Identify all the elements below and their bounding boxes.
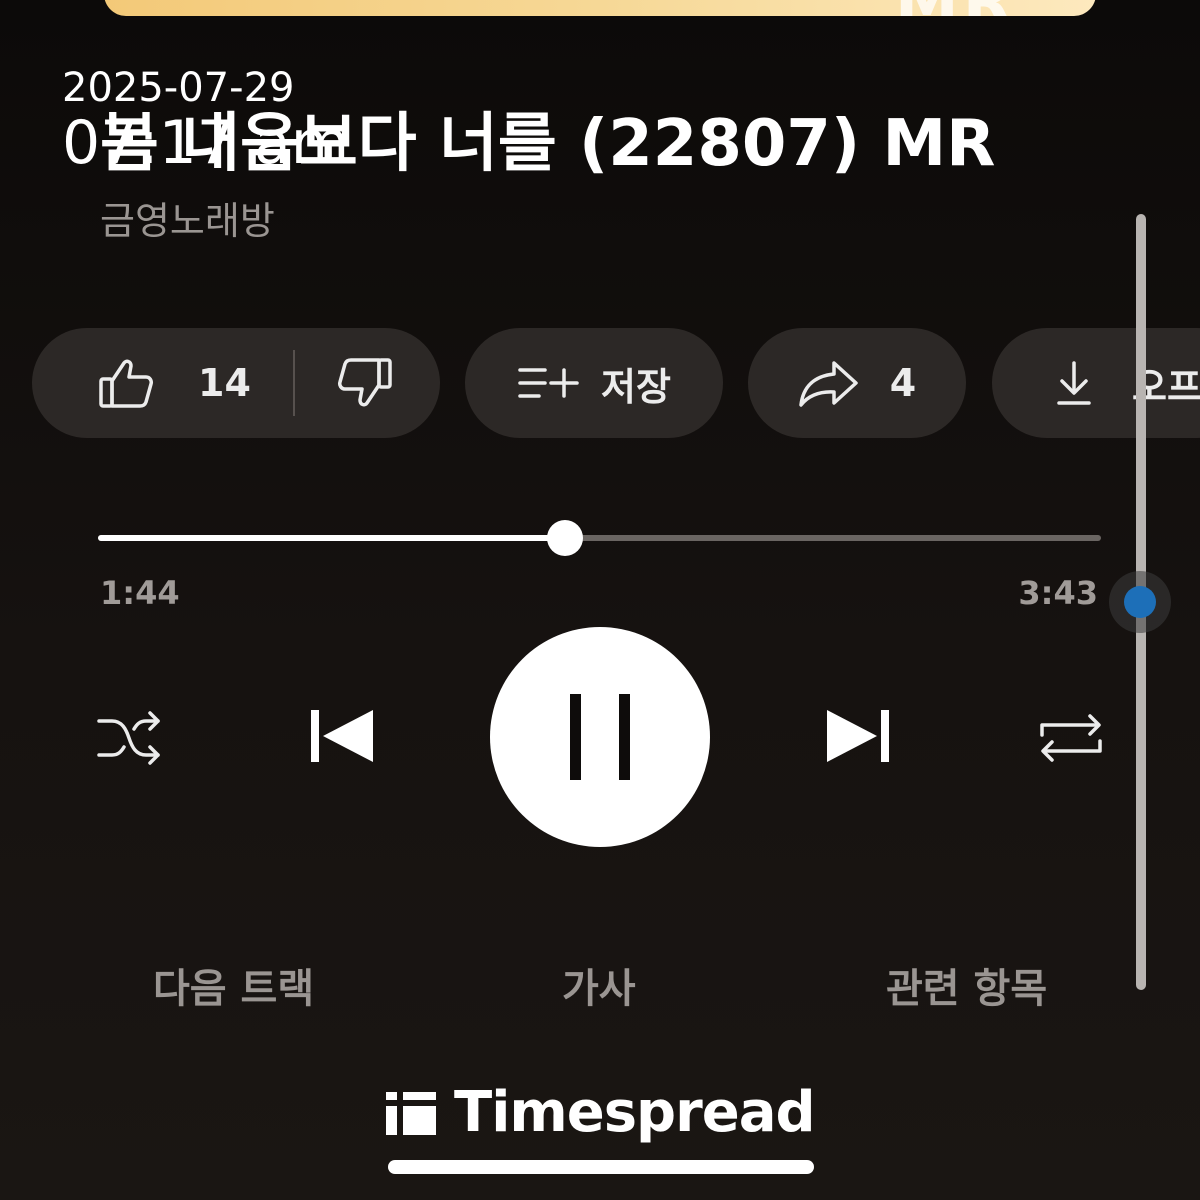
save-button[interactable]: 저장 bbox=[465, 328, 723, 438]
download-icon bbox=[1056, 360, 1092, 406]
watermark-brand: Timespread bbox=[386, 1080, 816, 1145]
like-count: 14 bbox=[198, 361, 251, 405]
thumbs-down-icon bbox=[337, 357, 393, 409]
previous-button[interactable] bbox=[300, 704, 380, 768]
watermark-text: Timespread bbox=[454, 1080, 816, 1145]
dislike-button[interactable] bbox=[337, 357, 393, 409]
album-art-text: MR bbox=[895, 0, 1016, 16]
share-button[interactable]: 4 bbox=[748, 328, 966, 438]
shuffle-button[interactable] bbox=[94, 706, 164, 770]
overlay-time: 07:17 am bbox=[62, 108, 350, 178]
progress-handle[interactable] bbox=[547, 520, 583, 556]
like-button[interactable]: 14 bbox=[98, 357, 251, 409]
skip-next-icon bbox=[825, 707, 895, 765]
overlay-date: 2025-07-29 bbox=[62, 65, 295, 111]
progress-fill bbox=[98, 535, 565, 541]
like-dislike-pill: 14 bbox=[32, 328, 440, 438]
skip-previous-icon bbox=[305, 707, 375, 765]
share-arrow-icon bbox=[798, 359, 860, 407]
pause-button[interactable] bbox=[490, 627, 710, 847]
shuffle-icon bbox=[96, 709, 162, 767]
elapsed-time: 1:44 bbox=[100, 574, 180, 612]
total-time: 3:43 bbox=[1018, 574, 1098, 612]
home-indicator[interactable] bbox=[388, 1160, 814, 1174]
pill-divider bbox=[292, 350, 295, 416]
music-player-screen: MR 2025-07-29 07:17 am 봄 내음보다 너를 (22807)… bbox=[0, 0, 1200, 1200]
timestamp-overlay: 2025-07-29 07:17 am bbox=[62, 64, 349, 178]
repeat-button[interactable] bbox=[1036, 706, 1106, 770]
download-button[interactable]: 오프 bbox=[992, 328, 1200, 438]
pause-icon bbox=[568, 692, 632, 782]
save-label: 저장 bbox=[601, 364, 671, 409]
next-button[interactable] bbox=[820, 704, 900, 768]
share-count: 4 bbox=[889, 361, 917, 405]
tab-lyrics[interactable]: 가사 bbox=[562, 956, 636, 1014]
timespread-logo-icon bbox=[386, 1090, 436, 1136]
thumbs-up-icon bbox=[98, 357, 154, 409]
playlist-add-icon bbox=[517, 365, 579, 401]
tab-related[interactable]: 관련 항목 bbox=[886, 956, 1047, 1014]
artist-name[interactable]: 금영노래방 bbox=[100, 190, 275, 245]
tab-up-next[interactable]: 다음 트랙 bbox=[153, 956, 314, 1014]
scroll-thumb[interactable] bbox=[1124, 586, 1156, 618]
album-art[interactable]: MR bbox=[104, 0, 1096, 16]
repeat-icon bbox=[1038, 709, 1104, 767]
